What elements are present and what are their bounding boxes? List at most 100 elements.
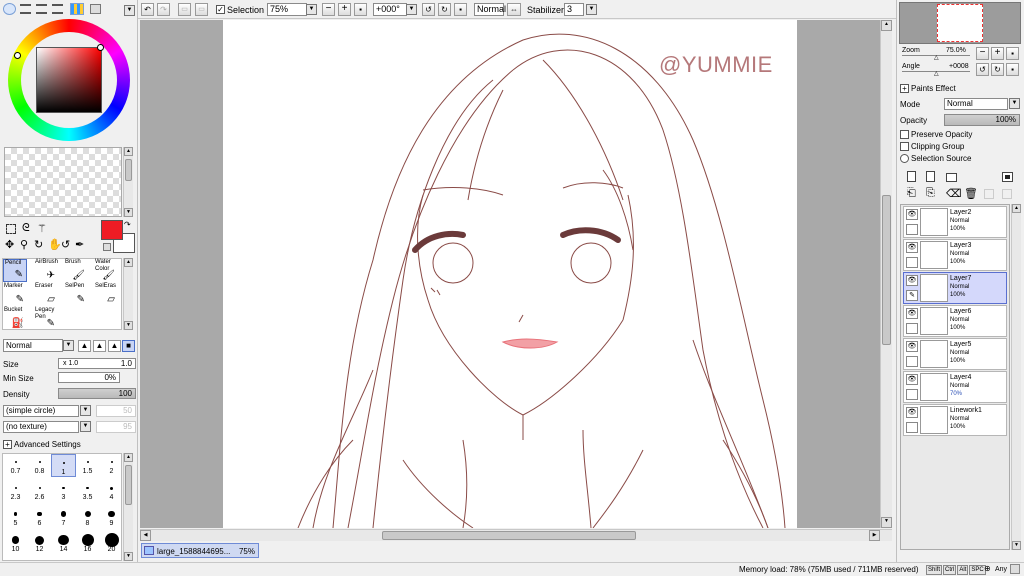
layer-row[interactable]: 👁 ✎ Layer7 Normal 100%	[903, 272, 1007, 304]
nav-rotate-right-button[interactable]: ↻	[991, 63, 1004, 76]
zoom-reset-button[interactable]: ▪	[354, 3, 367, 16]
zoom-icon[interactable]: ⚲	[20, 238, 28, 251]
hand-icon[interactable]: ✋	[48, 238, 62, 251]
new-layer-icon[interactable]	[907, 171, 916, 182]
move-icon[interactable]: ✥	[5, 238, 14, 251]
brush-size-cell[interactable]: 1.5	[75, 454, 100, 477]
brush-size-cell[interactable]: 3	[51, 480, 76, 503]
layer-row[interactable]: 👁 Layer5 Normal 100%	[903, 338, 1007, 370]
tool-selpen[interactable]: SelPen ✎	[64, 283, 88, 306]
rgb-slider-tab-icon[interactable]	[20, 4, 31, 14]
swatch-scroll-down-icon[interactable]: ▼	[124, 208, 133, 217]
brush-size-cell[interactable]: 6	[27, 506, 52, 529]
zoom-dropdown-icon[interactable]: ▼	[306, 4, 317, 15]
layer-row[interactable]: 👁 Layer3 Normal 100%	[903, 239, 1007, 271]
brush-size-cell[interactable]: 2.3	[3, 480, 28, 503]
brush-shape-soft-icon[interactable]: ▲	[108, 340, 121, 352]
rect-select-icon[interactable]	[6, 224, 16, 234]
brush-size-cell[interactable]: 10	[3, 532, 28, 555]
zoom-select[interactable]: 75%	[267, 3, 307, 16]
deselect-button[interactable]: ▭	[178, 3, 191, 16]
size-scroll-up-icon[interactable]: ▲	[124, 453, 133, 462]
navigator-view-rect[interactable]	[937, 4, 983, 42]
brush-shape-medium-icon[interactable]: ▲	[93, 340, 106, 352]
stabilizer-select[interactable]: 3	[564, 3, 584, 16]
brush-shape-hard-icon[interactable]: ▲	[78, 340, 91, 352]
texture-strength-field[interactable]: 95	[96, 421, 136, 433]
tool-brush[interactable]: Brush 🖌	[64, 259, 88, 282]
swatch-scroll-up-icon[interactable]: ▲	[124, 147, 133, 156]
selection-source-radio[interactable]	[900, 154, 909, 163]
layer-scrollbar[interactable]: ▲ ▼	[1011, 204, 1021, 550]
canvas-page[interactable]: @YUMMIE	[223, 20, 797, 528]
canvas-scroll-right-icon[interactable]: ▶	[869, 530, 880, 541]
angle-dropdown-icon[interactable]: ▼	[406, 4, 417, 15]
swap-colors-icon[interactable]: ↷	[124, 220, 131, 229]
brush-size-scrollbar[interactable]: ▲ ▼	[123, 453, 133, 561]
paints-effect-label[interactable]: Paints Effect	[911, 84, 956, 93]
density-field[interactable]: 100	[58, 388, 136, 399]
layer-row[interactable]: 👁 Linework1 Normal 100%	[903, 404, 1007, 436]
layer-scroll-down-icon[interactable]: ▼	[1012, 541, 1021, 550]
saturation-value-square[interactable]	[36, 47, 102, 113]
layer-lock-icon[interactable]: ✎	[906, 290, 918, 301]
tool-pencil[interactable]: Pencil ✎	[3, 259, 27, 282]
eyedropper-icon[interactable]: ✒	[75, 238, 84, 251]
flip-button[interactable]: ⇔	[507, 3, 521, 16]
shape-strength-field[interactable]: 50	[96, 405, 136, 417]
brush-size-cell[interactable]: 9	[99, 506, 124, 529]
brush-size-cell[interactable]: 2	[99, 454, 124, 477]
canvas-vscroll-thumb[interactable]	[882, 195, 891, 345]
texture-select[interactable]: (no texture)	[3, 421, 79, 433]
advanced-settings-toggle-icon[interactable]: +	[3, 440, 12, 449]
hsv-slider-tab-icon[interactable]	[36, 4, 47, 14]
layer-visibility-icon[interactable]: 👁	[906, 209, 918, 220]
brush-size-cell[interactable]: 5	[3, 506, 28, 529]
swatch-scroll-thumb[interactable]	[125, 159, 132, 181]
swatch-tab-icon[interactable]	[70, 3, 84, 15]
tool-eraser[interactable]: Eraser ▱	[34, 283, 58, 306]
transparent-color-icon[interactable]	[103, 243, 111, 251]
nav-rotate-left-button[interactable]: ↺	[976, 63, 989, 76]
canvas-horizontal-scrollbar[interactable]: ◀ ▶	[140, 529, 892, 541]
tool-legacy-pen[interactable]: Legacy Pen ✎	[34, 307, 58, 330]
scratchpad-tab-icon[interactable]	[90, 4, 101, 14]
preserve-opacity-checkbox[interactable]	[900, 130, 909, 139]
layer-mode-dropdown-icon[interactable]: ▼	[1009, 98, 1020, 109]
brush-size-cell[interactable]: 16	[75, 532, 100, 555]
layer-mode-select[interactable]: Normal	[944, 98, 1008, 110]
size-scroll-thumb[interactable]	[125, 465, 132, 505]
lasso-icon[interactable]: ᘓ	[22, 222, 30, 235]
clear-layer-icon[interactable]: ⌫	[946, 187, 962, 200]
new-linework-layer-icon[interactable]	[926, 171, 935, 182]
rotate-left-button[interactable]: ↺	[422, 3, 435, 16]
layer-visibility-icon[interactable]: 👁	[906, 374, 918, 385]
layer-panel-menu-icon[interactable]	[1002, 172, 1013, 182]
layer-visibility-icon[interactable]: 👁	[906, 407, 918, 418]
shape-dropdown-icon[interactable]: ▼	[80, 405, 91, 416]
nav-zoom-in-button[interactable]: +	[991, 47, 1004, 60]
sv-marker[interactable]	[97, 44, 104, 51]
rotate-icon[interactable]: ↻	[34, 238, 43, 251]
redo-button[interactable]: ↷	[157, 3, 170, 16]
brush-size-cell[interactable]: 8	[75, 506, 100, 529]
navigator-preview[interactable]	[899, 2, 1021, 44]
brush-size-cell[interactable]: 3.5	[75, 480, 100, 503]
layer-visibility-icon[interactable]: 👁	[906, 308, 918, 319]
undo-button[interactable]: ↶	[141, 3, 154, 16]
rotate-reset-button[interactable]: ▪	[454, 3, 467, 16]
nav-zoom-slider[interactable]: △	[902, 55, 970, 61]
tool-marker[interactable]: Marker ✎	[3, 283, 27, 306]
canvas-hscroll-thumb[interactable]	[382, 531, 636, 540]
layer-row[interactable]: 👁 Layer6 Normal 100%	[903, 305, 1007, 337]
brush-blend-select[interactable]: Normal	[3, 339, 63, 352]
clipping-group-checkbox[interactable]	[900, 142, 909, 151]
layer-scroll-up-icon[interactable]: ▲	[1012, 204, 1021, 213]
brush-blend-dropdown-icon[interactable]: ▼	[63, 340, 74, 351]
layer-visibility-icon[interactable]: 👁	[906, 275, 918, 286]
brush-shape-flat-icon[interactable]: ■	[122, 340, 135, 352]
brush-size-cell[interactable]: 4	[99, 480, 124, 503]
brush-size-cell[interactable]: 7	[51, 506, 76, 529]
brush-size-cell[interactable]: 1	[51, 454, 76, 477]
brush-size-cell[interactable]: 0.8	[27, 454, 52, 477]
